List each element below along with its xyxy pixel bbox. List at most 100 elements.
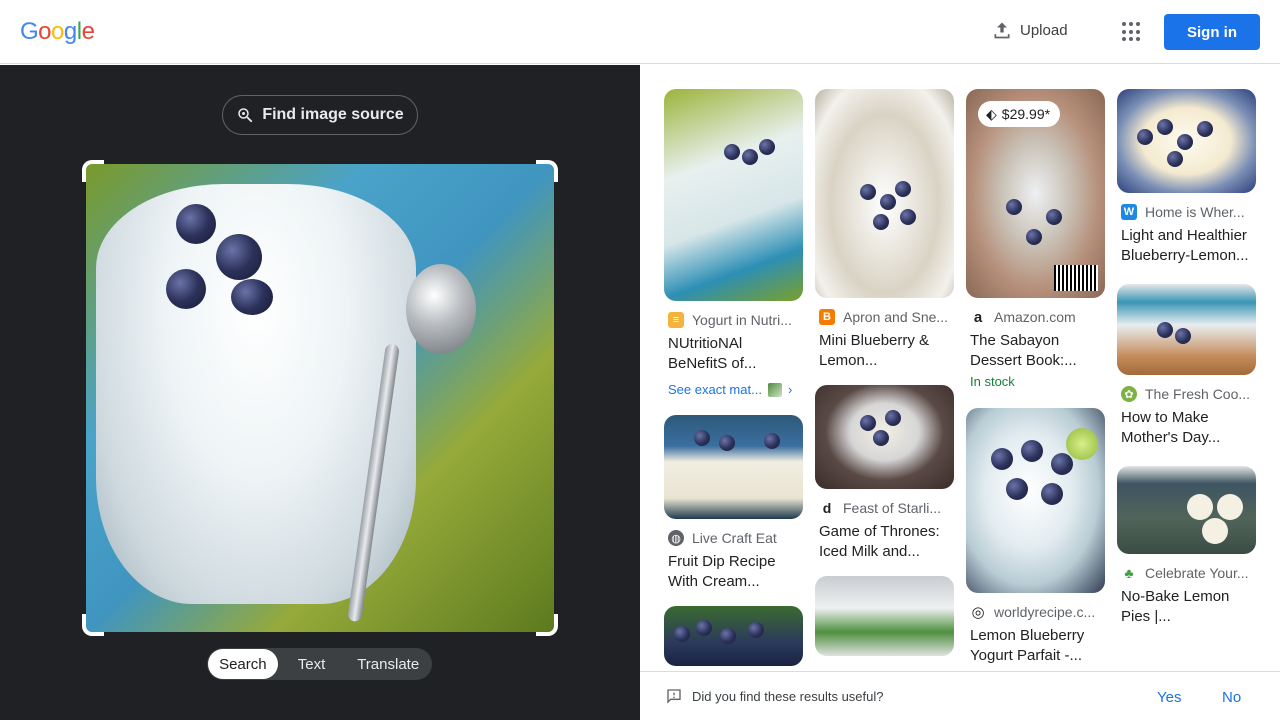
result-source-label: Celebrate Your...: [1145, 565, 1249, 581]
tab-search[interactable]: Search: [208, 649, 278, 679]
google-logo[interactable]: Google: [20, 18, 95, 46]
see-exact-matches-link[interactable]: See exact mat... ›: [664, 382, 803, 397]
uploaded-image: [86, 164, 554, 632]
result-source: W Home is Wher...: [1117, 204, 1256, 220]
result-card[interactable]: [664, 606, 803, 666]
result-source: ≡ Yogurt in Nutri...: [664, 312, 803, 328]
results-column: W Home is Wher... Light and Healthier Blu…: [1117, 89, 1256, 641]
result-source: d Feast of Starli...: [815, 500, 954, 516]
chevron-right-icon: ›: [787, 382, 793, 397]
result-source: a Amazon.com: [966, 309, 1105, 325]
result-title[interactable]: Lemon Blueberry Yogurt Parfait -...: [966, 626, 1105, 666]
results-column: ⬖ $29.99* a Amazon.com The Sabayon Desser…: [966, 89, 1105, 671]
upload-button[interactable]: Upload: [992, 20, 1068, 40]
feedback-bar: Did you find these results useful? Yes N…: [640, 671, 1280, 720]
site-favicon-icon: B: [819, 309, 835, 325]
logo-letter: e: [81, 18, 95, 45]
price-label: $29.99*: [1001, 106, 1051, 122]
result-source-label: The Fresh Coo...: [1145, 386, 1251, 402]
sign-in-button[interactable]: Sign in: [1164, 14, 1260, 50]
result-card[interactable]: ♣ Celebrate Your... No-Bake Lemon Pies |.…: [1117, 466, 1256, 627]
lens-search-icon: [238, 108, 253, 123]
crop-handle-bottom-left[interactable]: [82, 614, 104, 636]
see-exact-matches-label: See exact mat...: [668, 382, 762, 397]
result-card[interactable]: [815, 576, 954, 656]
result-card[interactable]: B Apron and Sne... Mini Blueberry & Lemon…: [815, 89, 954, 371]
visual-matches-results: ≡ Yogurt in Nutri... NUtritioNAl BeNefitS…: [640, 65, 1280, 671]
site-favicon-icon: ◍: [668, 530, 684, 546]
result-title[interactable]: The Sabayon Dessert Book:...: [966, 331, 1105, 371]
result-title[interactable]: How to Make Mother's Day...: [1117, 408, 1256, 448]
crop-handle-top-left[interactable]: [82, 160, 104, 182]
logo-letter: g: [63, 18, 77, 45]
result-card[interactable]: ≡ Yogurt in Nutri... NUtritioNAl BeNefitS…: [664, 89, 803, 397]
result-thumbnail[interactable]: [664, 606, 803, 666]
result-card[interactable]: ✿ The Fresh Coo... How to Make Mother's D…: [1117, 284, 1256, 448]
result-thumbnail[interactable]: [1117, 466, 1256, 554]
result-source-label: Live Craft Eat: [692, 530, 777, 546]
result-source: ◎ worldyrecipe.c...: [966, 604, 1105, 620]
lemon-slice: [1066, 428, 1098, 460]
result-source: B Apron and Sne...: [815, 309, 954, 325]
tab-text[interactable]: Text: [278, 649, 346, 679]
result-card[interactable]: ⬖ $29.99* a Amazon.com The Sabayon Desser…: [966, 89, 1105, 389]
result-thumbnail[interactable]: [815, 89, 954, 298]
result-source-label: Yogurt in Nutri...: [692, 312, 792, 328]
result-title[interactable]: No-Bake Lemon Pies |...: [1117, 587, 1256, 627]
find-image-source-label: Find image source: [262, 106, 404, 123]
result-thumbnail[interactable]: [966, 408, 1105, 593]
result-source-label: Amazon.com: [994, 309, 1076, 325]
result-title[interactable]: Light and Healthier Blueberry-Lemon...: [1117, 226, 1256, 266]
result-thumbnail[interactable]: [664, 415, 803, 519]
site-favicon-icon: ♣: [1121, 565, 1137, 581]
result-card[interactable]: ◎ worldyrecipe.c... Lemon Blueberry Yogur…: [966, 408, 1105, 666]
logo-letter: o: [51, 18, 64, 45]
result-thumbnail[interactable]: ⬖ $29.99*: [966, 89, 1105, 298]
apps-grid-icon[interactable]: [1122, 22, 1142, 42]
result-thumbnail[interactable]: [815, 385, 954, 489]
crop-handle-top-right[interactable]: [536, 160, 558, 182]
price-tag: ⬖ $29.99*: [978, 101, 1061, 127]
result-source-label: Feast of Starli...: [843, 500, 942, 516]
mode-tabs: Search Text Translate: [207, 648, 432, 680]
results-column: B Apron and Sne... Mini Blueberry & Lemon…: [815, 89, 954, 670]
result-title[interactable]: NUtritioNAl BeNefitS of...: [664, 334, 803, 374]
image-preview-pane: Find image source Search Text Translate: [0, 65, 640, 720]
crop-handle-bottom-right[interactable]: [536, 614, 558, 636]
feedback-question: Did you find these results useful?: [666, 688, 884, 704]
find-image-source-button[interactable]: Find image source: [222, 95, 418, 135]
site-favicon-icon: d: [819, 500, 835, 516]
upload-label: Upload: [1020, 21, 1068, 39]
tab-translate[interactable]: Translate: [345, 649, 431, 679]
exact-match-thumbnail: [767, 382, 782, 397]
result-thumbnail[interactable]: [1117, 284, 1256, 375]
result-thumbnail[interactable]: [815, 576, 954, 656]
logo-letter: o: [38, 18, 52, 45]
result-card[interactable]: d Feast of Starli... Game of Thrones: Ice…: [815, 385, 954, 562]
result-thumbnail[interactable]: [664, 89, 803, 301]
stock-status: In stock: [970, 374, 1015, 389]
feedback-question-text: Did you find these results useful?: [692, 688, 884, 704]
amazon-favicon-icon: a: [970, 309, 986, 325]
result-source-label: worldyrecipe.c...: [994, 604, 1096, 620]
result-card[interactable]: W Home is Wher... Light and Healthier Blu…: [1117, 89, 1256, 266]
barcode: [1054, 265, 1098, 291]
site-favicon-icon: ≡: [668, 312, 684, 328]
upload-icon: [994, 22, 1010, 39]
result-thumbnail[interactable]: [1117, 89, 1256, 193]
top-bar: Google Upload Sign in: [0, 0, 1280, 64]
result-title[interactable]: Game of Thrones: Iced Milk and...: [815, 522, 954, 562]
logo-letter: G: [20, 18, 39, 45]
result-card[interactable]: ◍ Live Craft Eat Fruit Dip Recipe With Cr…: [664, 415, 803, 592]
result-source-label: Apron and Sne...: [843, 309, 949, 325]
site-favicon-icon: W: [1121, 204, 1137, 220]
feedback-yes-button[interactable]: Yes: [1157, 689, 1181, 706]
price-tag-icon: ⬖: [986, 105, 997, 122]
results-column: ≡ Yogurt in Nutri... NUtritioNAl BeNefitS…: [664, 89, 803, 671]
result-source: ✿ The Fresh Coo...: [1117, 386, 1256, 402]
result-source: ♣ Celebrate Your...: [1117, 565, 1256, 581]
feedback-no-button[interactable]: No: [1222, 689, 1241, 706]
result-source-label: Home is Wher...: [1145, 204, 1245, 220]
result-title[interactable]: Mini Blueberry & Lemon...: [815, 331, 954, 371]
result-title[interactable]: Fruit Dip Recipe With Cream...: [664, 552, 803, 592]
